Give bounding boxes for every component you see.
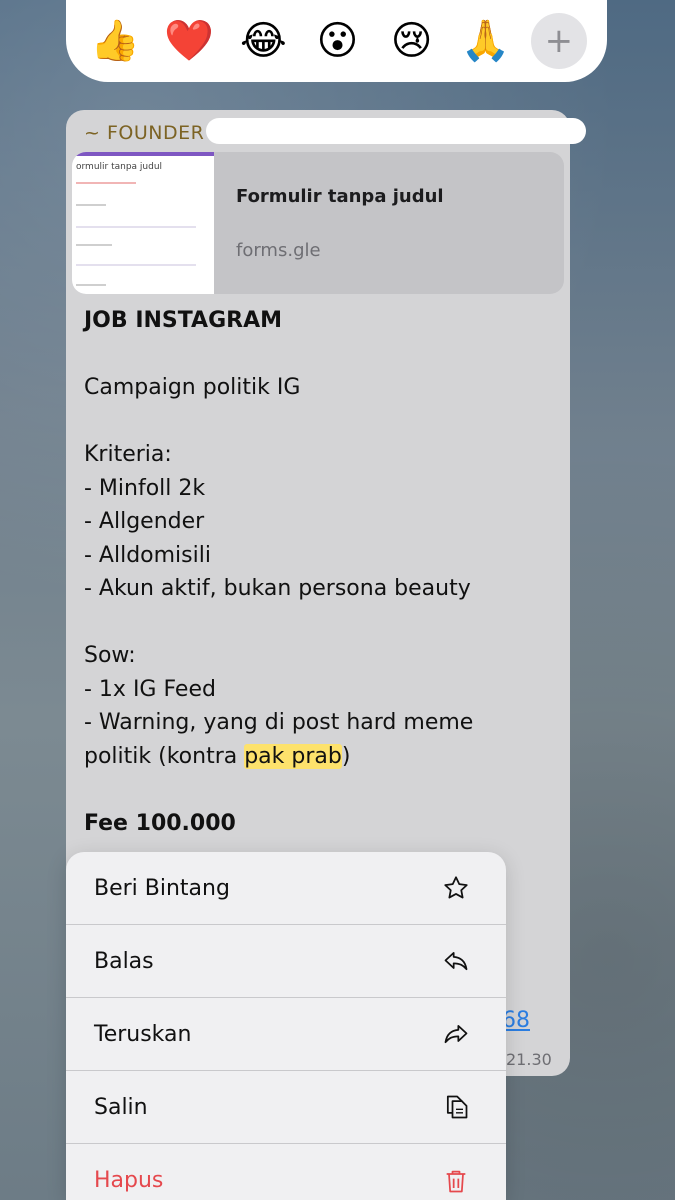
- message-line-kriteria: Kriteria:: [84, 442, 172, 467]
- reaction-bar: 👍 ❤️ 😂 😮 😢 🙏 +: [66, 0, 607, 82]
- menu-item-label: Teruskan: [94, 1021, 192, 1047]
- sender-name: ~ FOUNDER: [84, 122, 205, 144]
- reaction-pray[interactable]: 🙏: [457, 21, 515, 61]
- reaction-sad[interactable]: 😢: [383, 21, 441, 61]
- add-reaction-button[interactable]: +: [530, 13, 587, 69]
- message-heading: JOB INSTAGRAM: [84, 308, 282, 333]
- link-preview-card[interactable]: ormulir tanpa judul Formulir tanpa judul…: [72, 152, 564, 294]
- message-text: JOB INSTAGRAM Campaign politik IG Kriter…: [84, 304, 554, 840]
- menu-item-reply[interactable]: Balas: [66, 925, 506, 998]
- reaction-laugh[interactable]: 😂: [234, 21, 292, 61]
- message-line-campaign: Campaign politik IG: [84, 375, 301, 400]
- message-link-fragment[interactable]: 68: [502, 1008, 530, 1033]
- redacted-sender-number: [206, 118, 586, 144]
- message-line-warning: - Warning, yang di post hard meme: [84, 710, 474, 735]
- message-line-akun-aktif: - Akun aktif, bukan persona beauty: [84, 576, 471, 601]
- link-preview-title: Formulir tanpa judul: [236, 186, 444, 207]
- thumbnail-form-title: ormulir tanpa judul: [76, 162, 163, 172]
- menu-item-forward[interactable]: Teruskan: [66, 998, 506, 1071]
- message-timestamp: 21.30: [506, 1050, 552, 1069]
- message-line-sow: Sow:: [84, 643, 136, 668]
- menu-item-label: Balas: [94, 948, 154, 974]
- menu-item-star[interactable]: Beri Bintang: [66, 852, 506, 925]
- link-preview-thumbnail: ormulir tanpa judul: [72, 152, 214, 294]
- star-icon: [442, 874, 470, 902]
- reaction-thumbs-up[interactable]: 👍: [86, 21, 144, 61]
- reaction-heart[interactable]: ❤️: [160, 21, 218, 61]
- message-line-minfoll: - Minfoll 2k: [84, 475, 206, 501]
- menu-item-label: Hapus: [94, 1168, 164, 1193]
- menu-item-label: Beri Bintang: [94, 875, 230, 901]
- message-line-allgender: - Allgender: [84, 509, 205, 534]
- trash-icon: [442, 1167, 470, 1195]
- reply-icon: [442, 947, 470, 975]
- reaction-surprised[interactable]: 😮: [308, 21, 366, 61]
- copy-icon: [442, 1093, 470, 1121]
- menu-item-copy[interactable]: Salin: [66, 1071, 506, 1144]
- menu-item-label: Salin: [94, 1094, 148, 1120]
- highlighted-text: pak prab: [244, 743, 342, 769]
- message-line-politik-post: ): [341, 743, 351, 769]
- link-preview-domain: forms.gle: [236, 240, 321, 261]
- forward-icon: [442, 1020, 470, 1048]
- message-line-ig-feed: - 1x IG Feed: [84, 676, 216, 702]
- message-line-politik-pre: politik (kontra: [84, 743, 245, 769]
- message-fee: Fee 100.000: [84, 810, 236, 836]
- menu-item-delete[interactable]: Hapus: [66, 1144, 506, 1200]
- context-menu: Beri Bintang Balas Teruskan Salin Hapus: [66, 852, 506, 1200]
- message-line-alldomisili: - Alldomisili: [84, 542, 211, 568]
